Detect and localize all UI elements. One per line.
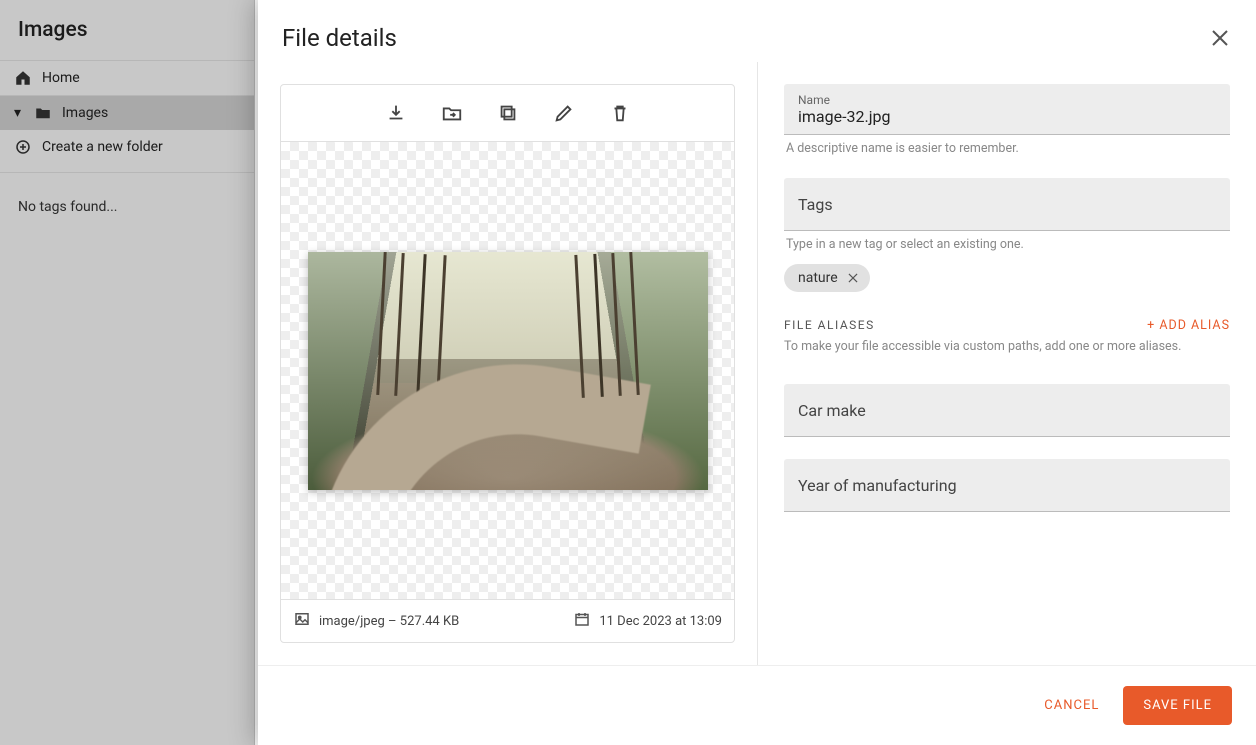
image-type-icon (293, 610, 311, 632)
remove-tag-button[interactable] (846, 271, 860, 285)
name-input[interactable] (798, 107, 1216, 126)
delete-button[interactable] (606, 99, 634, 127)
sidebar-create-folder[interactable]: Create a new folder (0, 130, 254, 173)
aliases-description: To make your file accessible via custom … (784, 339, 1230, 354)
field-label: Car make (798, 393, 1216, 428)
add-alias-button[interactable]: + ADD ALIAS (1147, 318, 1230, 333)
tags-chip-row: nature (784, 260, 1230, 292)
page-title: Images (0, 0, 254, 60)
download-icon (385, 102, 407, 124)
preview-column: image/jpeg – 527.44 KB 11 Dec 2023 at 13… (258, 62, 758, 665)
preview-toolbar (281, 85, 734, 142)
pencil-icon (553, 102, 575, 124)
aliases-section-title: FILE ALIASES (784, 318, 875, 332)
preview-meta: image/jpeg – 527.44 KB 11 Dec 2023 at 13… (281, 599, 734, 642)
sidebar: Images Home ▾ Images Create a new folder… (0, 0, 255, 745)
file-details-modal: File details (258, 0, 1256, 745)
file-created-at: 11 Dec 2023 at 13:09 (599, 614, 722, 629)
year-of-manufacturing-field[interactable]: Year of manufacturing (784, 459, 1230, 512)
tags-hint: Type in a new tag or select an existing … (786, 237, 1228, 252)
close-icon (846, 271, 860, 285)
tags-label: Tags (798, 187, 1216, 222)
folder-move-icon (441, 102, 463, 124)
modal-header: File details (258, 0, 1256, 62)
sidebar-item-label: Home (42, 70, 80, 86)
home-icon (14, 69, 32, 87)
cancel-button[interactable]: CANCEL (1038, 697, 1105, 714)
form-column: Name A descriptive name is easier to rem… (758, 62, 1256, 665)
sidebar-no-tags: No tags found... (0, 173, 254, 241)
copy-button[interactable] (494, 99, 522, 127)
close-button[interactable] (1208, 26, 1232, 50)
name-label: Name (798, 93, 1216, 107)
modal-title: File details (282, 24, 397, 52)
sidebar-item-images[interactable]: ▾ Images (0, 96, 254, 130)
edit-button[interactable] (550, 99, 578, 127)
name-hint: A descriptive name is easier to remember… (786, 141, 1228, 156)
plus-circle-icon (14, 138, 32, 156)
image-thumbnail (308, 252, 708, 490)
calendar-icon (573, 610, 591, 632)
download-button[interactable] (382, 99, 410, 127)
sidebar-item-label: Images (62, 105, 108, 121)
sidebar-item-home[interactable]: Home (0, 60, 254, 96)
move-button[interactable] (438, 99, 466, 127)
copy-icon (497, 102, 519, 124)
tag-chip[interactable]: nature (784, 264, 870, 292)
modal-footer: CANCEL SAVE FILE (258, 666, 1256, 745)
caret-down-icon: ▾ (14, 105, 24, 121)
car-make-field[interactable]: Car make (784, 384, 1230, 437)
folder-icon (34, 104, 52, 122)
tag-chip-label: nature (798, 270, 838, 286)
preview-card: image/jpeg – 527.44 KB 11 Dec 2023 at 13… (280, 84, 735, 643)
save-file-button[interactable]: SAVE FILE (1123, 686, 1232, 725)
file-mime-size: image/jpeg – 527.44 KB (319, 614, 459, 629)
trash-icon (609, 102, 631, 124)
field-label: Year of manufacturing (798, 468, 1216, 503)
sidebar-item-label: Create a new folder (42, 139, 163, 155)
image-preview[interactable] (281, 142, 734, 599)
name-field[interactable]: Name (784, 84, 1230, 135)
tags-field[interactable]: Tags (784, 178, 1230, 231)
